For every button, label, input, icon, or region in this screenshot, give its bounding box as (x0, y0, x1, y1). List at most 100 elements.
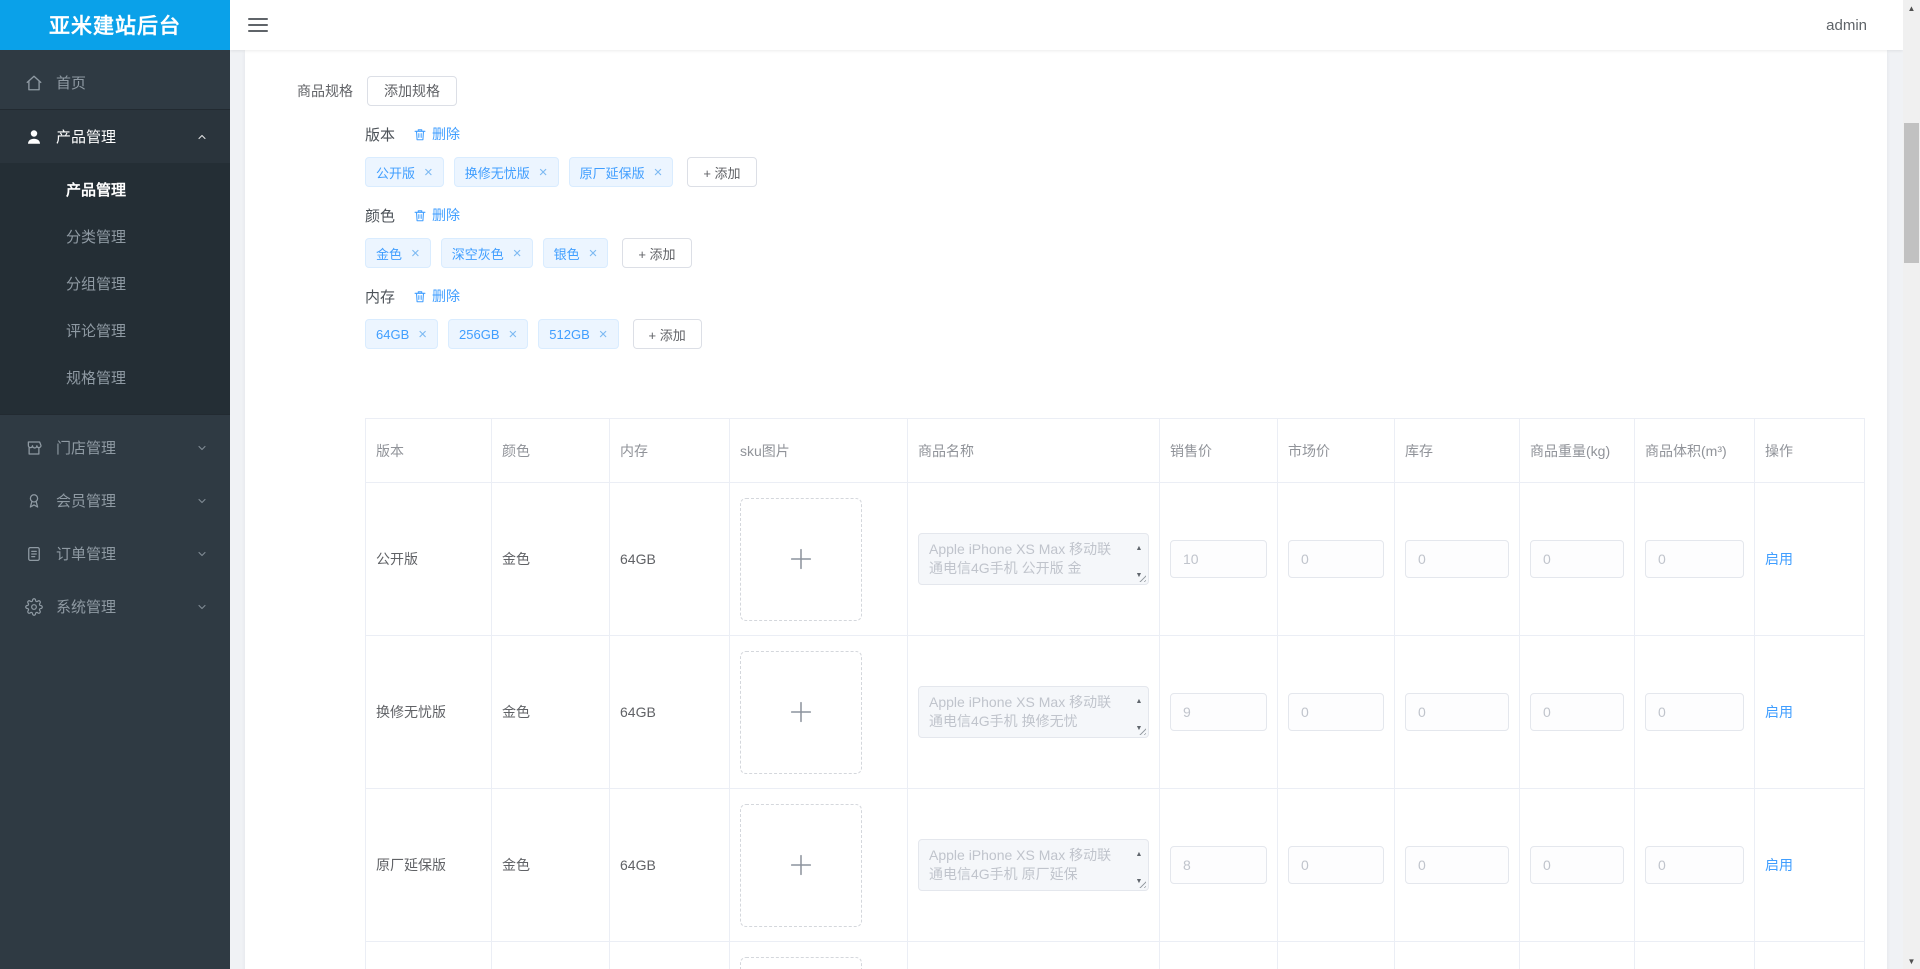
market-price-input[interactable] (1288, 846, 1384, 884)
sidebar-item-product[interactable]: 产品管理 (0, 110, 230, 163)
sidebar-item-member[interactable]: 会员管理 (0, 474, 230, 527)
market-price-input[interactable] (1288, 693, 1384, 731)
sale-price-input[interactable] (1170, 693, 1267, 731)
spec-tag: 银色 × (542, 238, 609, 268)
weight-input[interactable] (1530, 693, 1624, 731)
weight-input[interactable] (1530, 846, 1624, 884)
product-name-textarea[interactable]: Apple iPhone XS Max 移动联通电信4G手机 原厂延保 ▲ ▼ (918, 839, 1149, 891)
page-scrollbar[interactable]: ▲ ▼ (1903, 0, 1920, 969)
sku-image-upload[interactable] (740, 650, 862, 774)
sku-image-cell (729, 482, 908, 636)
scroll-down-icon[interactable]: ▼ (1136, 719, 1143, 737)
sale-price-input[interactable] (1170, 540, 1267, 578)
spec-group: 版本 删除 公开版 × 换修无忧版 × 原厂延保版 × + 添加 (365, 124, 1887, 187)
plus-icon (787, 545, 815, 573)
sku-color-cell (491, 941, 610, 969)
sidebar-item-system[interactable]: 系统管理 (0, 580, 230, 633)
sku-action-cell: 启用 (1754, 482, 1865, 636)
scrollbar-up-icon[interactable]: ▲ (1903, 0, 1920, 16)
enable-link[interactable]: 启用 (1765, 551, 1793, 567)
scrollbar-down-icon[interactable]: ▼ (1903, 953, 1920, 969)
weight-input-cell (1519, 635, 1635, 789)
volume-input[interactable] (1645, 540, 1744, 578)
add-spec-button[interactable]: 添加规格 (367, 76, 457, 106)
sale-price-input[interactable] (1170, 846, 1267, 884)
volume-input[interactable] (1645, 693, 1744, 731)
sku-column-header: 版本 (365, 418, 492, 483)
sku-memory-cell: 64GB (609, 635, 730, 789)
sidebar-item-home[interactable]: 首页 (0, 56, 230, 109)
spec-group-name: 内存 (365, 288, 396, 306)
scroll-down-icon[interactable]: ▼ (1136, 566, 1143, 584)
add-tag-button[interactable]: + 添加 (622, 238, 692, 268)
gear-icon (25, 597, 43, 616)
stock-input[interactable] (1405, 540, 1509, 578)
home-icon (25, 74, 43, 92)
tag-close-icon[interactable]: × (424, 165, 433, 180)
sidebar-item-label: 首页 (56, 75, 87, 92)
sku-column-header: 市场价 (1277, 418, 1395, 483)
sidebar-subitem[interactable]: 分类管理 (0, 214, 230, 261)
sku-image-upload[interactable] (740, 956, 862, 969)
sku-memory-cell: 64GB (609, 482, 730, 636)
tag-close-icon[interactable]: × (599, 327, 608, 342)
scroll-up-icon[interactable]: ▲ (1136, 692, 1143, 711)
sku-image-upload[interactable] (740, 803, 862, 927)
tag-close-icon[interactable]: × (418, 327, 427, 342)
spec-group-title-row: 版本 删除 (365, 124, 1887, 144)
sidebar-subitem[interactable]: 评论管理 (0, 308, 230, 355)
tag-close-icon[interactable]: × (589, 246, 598, 261)
add-tag-button[interactable]: + 添加 (632, 319, 702, 349)
sidebar: 亚米建站后台 首页 产品管理 产品管理 分类管理 分组管理 评论管理 规格管理 门店管理 会员管… (0, 0, 230, 969)
spec-tag-label: 64GB (376, 326, 410, 342)
spec-tag-label: 金色 (376, 246, 403, 262)
delete-spec-link[interactable]: 删除 (413, 286, 460, 306)
volume-input[interactable] (1645, 846, 1744, 884)
sku-name-cell: Apple iPhone XS Max 移动联通电信4G手机 原厂延保 ▲ ▼ (907, 788, 1160, 942)
user-menu[interactable]: admin (1826, 17, 1867, 34)
user-icon (25, 128, 43, 146)
delete-spec-link[interactable]: 删除 (413, 205, 460, 225)
spec-tag: 256GB × (448, 319, 529, 349)
delete-spec-link[interactable]: 删除 (413, 124, 460, 144)
sidebar-section-system: 系统管理 (0, 580, 230, 633)
add-tag-button[interactable]: + 添加 (687, 157, 757, 187)
chevron-down-icon (196, 442, 208, 454)
sidebar-subitem[interactable]: 规格管理 (0, 355, 230, 402)
sku-version-cell: 原厂延保版 (365, 788, 492, 942)
stock-input[interactable] (1405, 846, 1509, 884)
tag-close-icon[interactable]: × (509, 327, 518, 342)
sidebar-item-label: 门店管理 (56, 440, 117, 457)
scrollbar-thumb[interactable] (1904, 123, 1919, 263)
spec-tag-label: 深空灰色 (451, 246, 504, 262)
weight-input[interactable] (1530, 540, 1624, 578)
market-price-input-cell (1277, 635, 1395, 789)
sidebar-item-store[interactable]: 门店管理 (0, 421, 230, 474)
sku-table: 版本 颜色 内存 sku图片 商品名称 销售价 市场价 库存 商品重量(kg) 商品体积(m³) 操… (365, 418, 1865, 969)
tag-close-icon[interactable]: × (539, 165, 548, 180)
sidebar-section-member: 会员管理 (0, 474, 230, 527)
tag-close-icon[interactable]: × (513, 246, 522, 261)
stock-input[interactable] (1405, 693, 1509, 731)
market-price-input[interactable] (1288, 540, 1384, 578)
spec-group: 颜色 删除 金色 × 深空灰色 × 银色 × + 添加 (365, 205, 1887, 268)
enable-link[interactable]: 启用 (1765, 704, 1793, 720)
sku-image-upload[interactable] (740, 497, 862, 621)
enable-link[interactable]: 启用 (1765, 857, 1793, 873)
sidebar-subitem[interactable]: 分组管理 (0, 261, 230, 308)
sku-version-cell (365, 941, 492, 969)
sidebar-subitem[interactable]: 产品管理 (0, 167, 230, 214)
spec-tags-row: 64GB × 256GB × 512GB × + 添加 (365, 319, 1887, 349)
menu-toggle-icon[interactable] (248, 18, 268, 32)
tag-close-icon[interactable]: × (411, 246, 420, 261)
tag-close-icon[interactable]: × (654, 165, 663, 180)
spec-tag: 公开版 × (365, 157, 444, 187)
product-name-textarea[interactable]: Apple iPhone XS Max 移动联通电信4G手机 换修无忧 ▲ ▼ (918, 686, 1149, 738)
sidebar-item-order[interactable]: 订单管理 (0, 527, 230, 580)
scroll-down-icon[interactable]: ▼ (1136, 872, 1143, 890)
scroll-up-icon[interactable]: ▲ (1136, 845, 1143, 864)
scroll-up-icon[interactable]: ▲ (1136, 539, 1143, 558)
spec-tag-label: 原厂延保版 (579, 165, 645, 181)
product-name-textarea[interactable]: Apple iPhone XS Max 移动联通电信4G手机 公开版 金 ▲ ▼ (918, 533, 1149, 585)
spec-tag: 原厂延保版 × (568, 157, 674, 187)
